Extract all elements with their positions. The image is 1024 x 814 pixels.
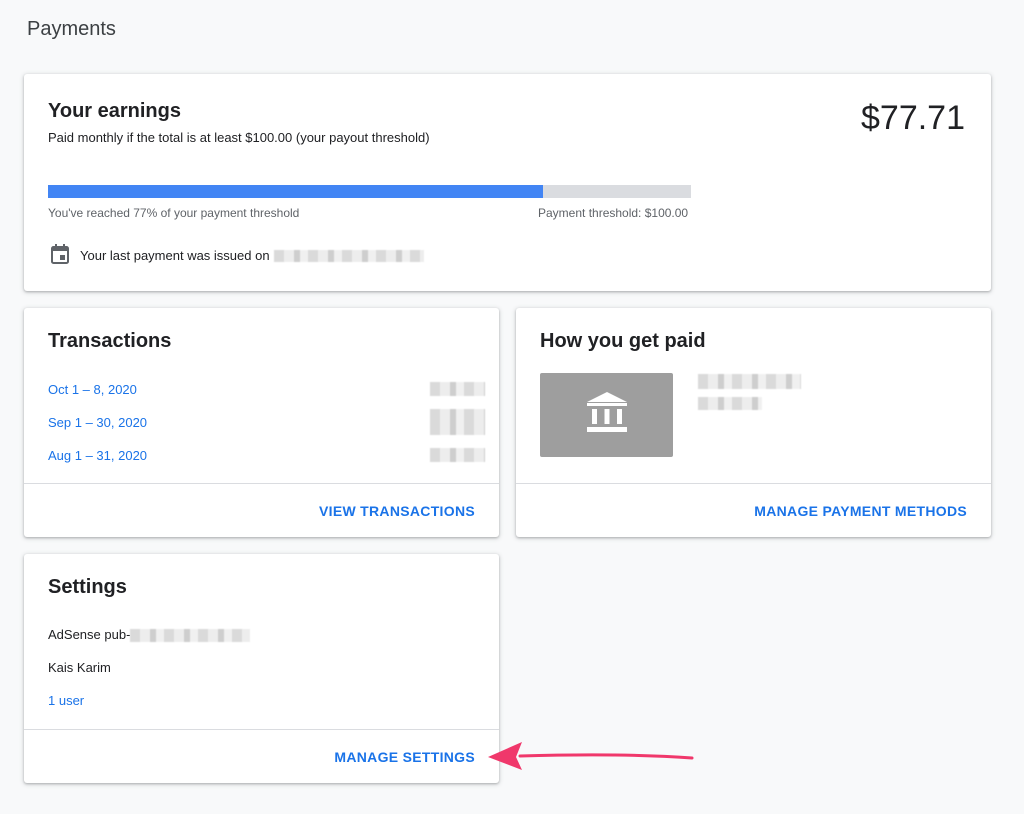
- transaction-row: Oct 1 – 8, 2020: [48, 379, 485, 399]
- progress-label: You've reached 77% of your payment thres…: [48, 206, 300, 220]
- manage-payment-methods-button[interactable]: MANAGE PAYMENT METHODS: [754, 503, 967, 519]
- earnings-card: Your earnings Paid monthly if the total …: [24, 74, 991, 291]
- manage-settings-button[interactable]: MANAGE SETTINGS: [334, 749, 475, 765]
- publisher-id-prefix: AdSense pub-: [48, 627, 131, 642]
- card-divider: [24, 729, 499, 730]
- bank-account-tile: [540, 373, 673, 457]
- earnings-amount: $77.71: [861, 99, 965, 137]
- transaction-link[interactable]: Oct 1 – 8, 2020: [48, 382, 137, 397]
- settings-title: Settings: [48, 576, 127, 598]
- payment-method-title: How you get paid: [540, 330, 706, 352]
- calendar-icon: [50, 243, 70, 268]
- earnings-title: Your earnings: [48, 100, 181, 122]
- earnings-subtitle: Paid monthly if the total is at least $1…: [48, 130, 430, 145]
- transaction-row: Aug 1 – 31, 2020: [48, 445, 485, 465]
- card-divider: [516, 483, 991, 484]
- transaction-row: Sep 1 – 30, 2020: [48, 409, 485, 435]
- redacted-amount: [430, 448, 485, 462]
- redacted-bank-name: [698, 374, 801, 389]
- redacted-account-number: [698, 397, 762, 410]
- threshold-progress-bar: [48, 185, 691, 198]
- view-transactions-button[interactable]: VIEW TRANSACTIONS: [319, 503, 475, 519]
- transaction-link[interactable]: Aug 1 – 31, 2020: [48, 448, 147, 463]
- account-name: Kais Karim: [48, 660, 111, 675]
- transactions-title: Transactions: [48, 330, 172, 352]
- transactions-card: Transactions Oct 1 – 8, 2020 Sep 1 – 30,…: [24, 308, 499, 537]
- redacted-date: [273, 249, 424, 262]
- page-title: Payments: [27, 18, 116, 40]
- settings-card: Settings AdSense pub- Kais Karim 1 user …: [24, 554, 499, 783]
- bank-icon: [585, 390, 629, 441]
- publisher-id-row: AdSense pub-: [48, 627, 251, 643]
- threshold-progress-fill: [48, 185, 544, 198]
- transaction-link[interactable]: Sep 1 – 30, 2020: [48, 415, 147, 430]
- users-link[interactable]: 1 user: [48, 693, 84, 708]
- redacted-amount: [430, 382, 485, 396]
- last-payment-text: Your last payment was issued on: [80, 248, 270, 263]
- redacted-amount: [430, 409, 485, 435]
- card-divider: [24, 483, 499, 484]
- payment-method-card: How you get paid MANAGE PAYMENT METHODS: [516, 308, 991, 537]
- redacted-publisher-id: [130, 629, 251, 643]
- last-payment-row: Your last payment was issued on: [50, 243, 424, 268]
- threshold-label: Payment threshold: $100.00: [538, 206, 689, 220]
- annotation-arrow: [488, 742, 694, 770]
